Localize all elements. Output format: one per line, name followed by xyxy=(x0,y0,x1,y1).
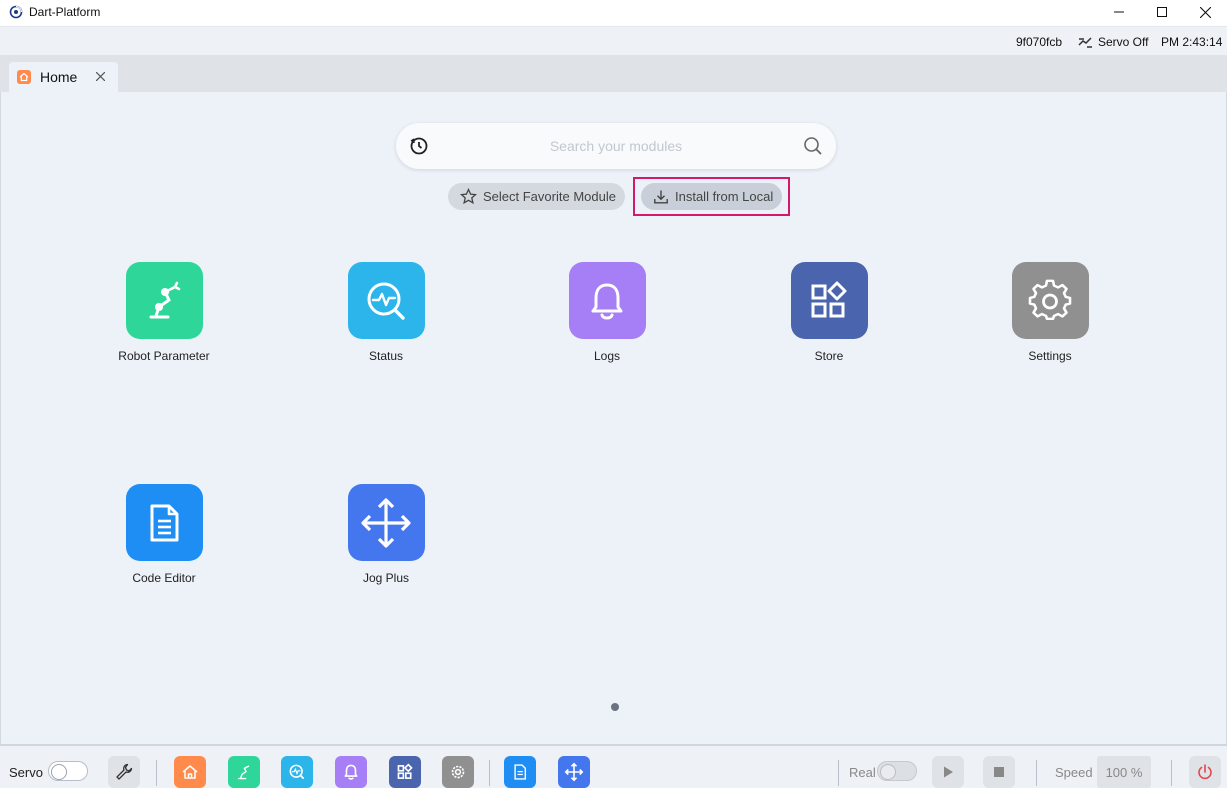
tab-home[interactable]: Home xyxy=(9,62,118,92)
bell-icon xyxy=(344,764,358,780)
module-tile xyxy=(347,484,425,561)
search-icon[interactable] xyxy=(802,135,824,157)
minimize-button[interactable] xyxy=(1097,0,1141,24)
clock: PM 2:43:14 xyxy=(1161,35,1223,49)
select-favorite-module-button[interactable]: Select Favorite Module xyxy=(448,183,625,210)
status-monitor-icon xyxy=(289,764,305,780)
close-icon xyxy=(1199,6,1211,18)
quick-store-button[interactable] xyxy=(389,756,421,788)
move-arrows-icon xyxy=(361,497,411,548)
title-bar: Dart-Platform xyxy=(0,0,1227,26)
servo-label: Servo xyxy=(9,765,43,780)
module-code-editor[interactable]: Code Editor xyxy=(94,484,234,585)
device-id: 9f070fcb xyxy=(1016,35,1063,49)
history-icon[interactable] xyxy=(408,135,430,157)
maximize-icon xyxy=(1157,7,1167,17)
separator xyxy=(1036,760,1037,786)
module-logs[interactable]: Logs xyxy=(537,262,677,363)
tool-button[interactable] xyxy=(108,756,140,788)
status-bar: 9f070fcb Servo Off PM 2:43:14 xyxy=(0,26,1227,55)
separator xyxy=(156,760,157,786)
separator xyxy=(1171,760,1172,786)
servo-status-label: Servo Off xyxy=(1098,35,1149,49)
module-tile xyxy=(790,262,868,339)
gear-icon xyxy=(1028,279,1072,320)
module-label: Jog Plus xyxy=(362,571,410,585)
play-icon xyxy=(944,766,953,778)
move-arrows-icon xyxy=(564,762,584,782)
bell-icon xyxy=(591,283,623,319)
module-label: Store xyxy=(814,349,844,363)
minimize-icon xyxy=(1114,11,1124,13)
module-tile xyxy=(125,262,203,339)
power-icon xyxy=(1198,764,1212,780)
wrench-icon xyxy=(116,763,133,780)
module-label: Code Editor xyxy=(132,571,196,585)
tab-home-label: Home xyxy=(40,69,78,85)
highlight-box xyxy=(633,177,790,216)
separator xyxy=(489,760,490,786)
select-favorite-module-label: Select Favorite Module xyxy=(483,189,616,204)
close-window-button[interactable] xyxy=(1183,0,1227,24)
search-input[interactable] xyxy=(456,135,776,157)
quick-logs-button[interactable] xyxy=(335,756,367,788)
module-tile xyxy=(568,262,646,339)
module-label: Status xyxy=(368,349,404,363)
status-monitor-icon xyxy=(367,282,405,320)
document-icon xyxy=(514,764,527,780)
real-label: Real xyxy=(849,765,876,780)
servo-icon xyxy=(1078,36,1092,48)
real-mode-toggle[interactable] xyxy=(877,761,917,781)
bottom-toolbar: Servo Real Speed 100 % xyxy=(0,744,1227,788)
store-grid-icon xyxy=(811,281,847,317)
separator xyxy=(838,760,839,786)
star-icon xyxy=(460,188,477,205)
quick-home-button[interactable] xyxy=(174,756,206,788)
servo-status: Servo Off xyxy=(1078,35,1148,49)
speed-label: Speed xyxy=(1055,765,1093,780)
quick-robot-parameter-button[interactable] xyxy=(228,756,260,788)
window-title: Dart-Platform xyxy=(29,5,101,19)
servo-toggle[interactable] xyxy=(48,761,88,781)
module-tile xyxy=(125,484,203,561)
module-jog-plus[interactable]: Jog Plus xyxy=(316,484,456,585)
module-label: Robot Parameter xyxy=(118,349,210,363)
play-button[interactable] xyxy=(932,756,964,788)
tab-bar: Home xyxy=(0,55,1227,92)
app-logo-icon xyxy=(9,5,23,19)
home-icon xyxy=(182,765,198,779)
power-button[interactable] xyxy=(1189,756,1221,788)
quick-code-editor-button[interactable] xyxy=(504,756,536,788)
quick-status-button[interactable] xyxy=(281,756,313,788)
module-robot-parameter[interactable]: Robot Parameter xyxy=(94,262,234,363)
module-tile xyxy=(1011,262,1089,339)
stop-icon xyxy=(994,767,1004,777)
quick-settings-button[interactable] xyxy=(442,756,474,788)
page-indicator[interactable] xyxy=(611,703,619,711)
module-settings[interactable]: Settings xyxy=(980,262,1120,363)
module-store[interactable]: Store xyxy=(759,262,899,363)
module-label: Settings xyxy=(1028,349,1072,363)
close-icon xyxy=(95,71,105,81)
robot-arm-icon xyxy=(237,765,250,780)
store-grid-icon xyxy=(397,763,413,779)
quick-jog-plus-button[interactable] xyxy=(558,756,590,788)
maximize-button[interactable] xyxy=(1140,0,1184,24)
module-search-box xyxy=(396,123,836,169)
module-status[interactable]: Status xyxy=(316,262,456,363)
robot-arm-icon xyxy=(149,281,181,318)
document-icon xyxy=(150,504,179,541)
home-content: Select Favorite Module Install from Loca… xyxy=(0,92,1227,744)
module-tile xyxy=(347,262,425,339)
gear-icon xyxy=(451,765,465,779)
speed-value[interactable]: 100 % xyxy=(1097,756,1151,788)
module-label: Logs xyxy=(593,349,621,363)
stop-button[interactable] xyxy=(983,756,1015,788)
home-icon xyxy=(17,70,31,84)
tab-close-button[interactable] xyxy=(93,69,107,83)
